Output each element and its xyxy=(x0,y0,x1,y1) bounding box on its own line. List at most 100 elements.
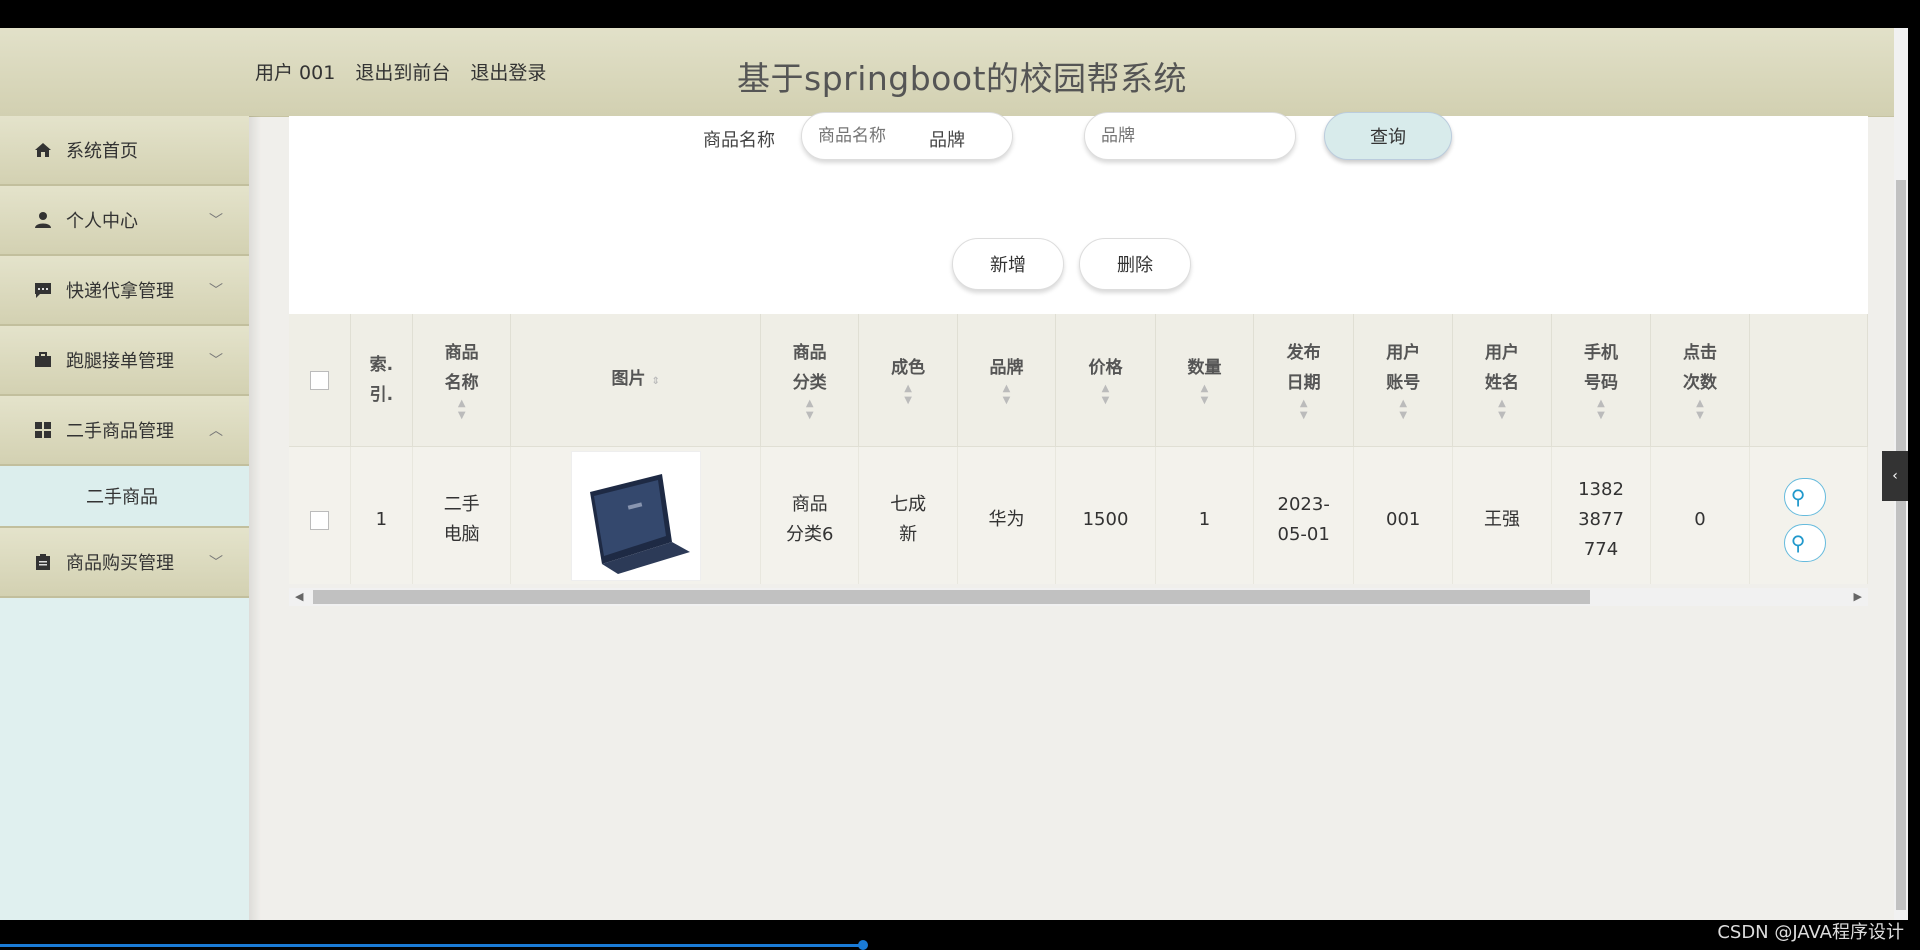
sort-icon: ▲ ▼ xyxy=(1498,398,1506,421)
playback-progress[interactable] xyxy=(0,944,866,947)
laptop-image xyxy=(571,451,700,580)
delete-button[interactable]: 删除 xyxy=(1079,238,1191,290)
sidebar-item-label: 二手商品管理 xyxy=(66,421,174,442)
current-user: 用户 001 xyxy=(255,62,336,84)
sort-icon: ▲ ▼ xyxy=(457,398,466,421)
col-index[interactable]: 索. 引. xyxy=(350,314,413,447)
sort-icon: ⇕ xyxy=(651,375,660,387)
chevron-up-icon: ︿ xyxy=(209,423,223,439)
sidebar-item-errand[interactable]: 跑腿接单管理 ﹀ xyxy=(0,326,249,396)
sort-icon: ▲ ▼ xyxy=(1597,398,1605,421)
cell-brand: 华为 xyxy=(957,446,1057,584)
query-button[interactable]: 查询 xyxy=(1324,112,1452,160)
scroll-right-icon[interactable]: ▶ xyxy=(1854,588,1862,606)
user-bar: 用户 001 退出到前台 退出登录 xyxy=(255,58,560,85)
cell-phone: 1382 3877 774 xyxy=(1551,446,1652,584)
chevron-down-icon: ﹀ xyxy=(209,353,223,369)
name-label: 商品名称 xyxy=(703,130,775,151)
col-condition[interactable]: 成色 ▲ ▼ xyxy=(858,314,958,447)
chevron-down-icon: ﹀ xyxy=(209,283,223,299)
brand-search-input[interactable] xyxy=(1084,112,1296,160)
grid-icon xyxy=(35,422,51,438)
cell-image xyxy=(510,446,761,584)
col-date[interactable]: 发布 日期 ▲ ▼ xyxy=(1253,314,1355,447)
playback-progress-handle[interactable] xyxy=(858,940,868,950)
table-header-row: 索. 引. 商品 名称 ▲ ▼ 图片 ⇕ 商品 分类 ▲ ▼ 成色 ▲ ▼ 品牌 ▲ ▼ 价格 ▲ ▼ 数… xyxy=(289,314,1868,447)
search-icon: ⚲ xyxy=(1790,485,1806,509)
col-clicks[interactable]: 点击 次数 ▲ ▼ xyxy=(1650,314,1750,447)
sidebar-item-profile[interactable]: 个人中心 ﹀ xyxy=(0,186,249,256)
horizontal-scrollbar[interactable]: ◀ ▶ xyxy=(289,588,1868,606)
cell-category: 商品 分类6 xyxy=(760,446,860,584)
sidebar-item-secondhand[interactable]: 二手商品管理 ︿ xyxy=(0,396,249,466)
col-account[interactable]: 用户 账号 ▲ ▼ xyxy=(1353,314,1454,447)
page-title: 基于springboot的校园帮系统 xyxy=(737,59,1188,98)
sidebar-item-label: 个人中心 xyxy=(66,211,138,232)
view-button[interactable]: ⚲ xyxy=(1783,524,1826,562)
top-header: 用户 001 退出到前台 退出登录 基于springboot的校园帮系统 xyxy=(0,28,1908,117)
horizontal-scroll-thumb[interactable] xyxy=(313,590,1590,604)
sort-icon: ▲ ▼ xyxy=(805,398,814,421)
cell-clicks: 0 xyxy=(1650,446,1750,584)
sort-icon: ▲ ▼ xyxy=(1002,383,1011,406)
sidebar-item-label: 跑腿接单管理 xyxy=(66,351,174,372)
collapse-panel-icon[interactable]: ‹ xyxy=(1882,451,1908,501)
select-all-checkbox[interactable] xyxy=(309,370,329,390)
sidebar-item-label: 快递代拿管理 xyxy=(66,281,174,302)
sidebar: 系统首页 个人中心 ﹀ 快递代拿管理 ﹀ 跑腿接单管理 ﹀ 二手商品管理 ︿ 二… xyxy=(0,116,249,920)
col-phone[interactable]: 手机 号码 ▲ ▼ xyxy=(1551,314,1652,447)
sort-icon: ▲ ▼ xyxy=(904,383,912,406)
sidebar-item-purchase[interactable]: 商品购买管理 ﹀ xyxy=(0,528,249,598)
sort-icon: ▲ ▼ xyxy=(1299,398,1308,421)
col-quantity[interactable]: 数量 ▲ ▼ xyxy=(1155,314,1255,447)
cell-actions: ⚲ ⚲ xyxy=(1749,446,1868,584)
name-search-input[interactable] xyxy=(801,112,1013,160)
col-category[interactable]: 商品 分类 ▲ ▼ xyxy=(760,314,860,447)
add-button[interactable]: 新增 xyxy=(952,238,1064,290)
cell-condition: 七成新 xyxy=(858,446,958,584)
search-bar: 商品名称 品牌 查询 xyxy=(289,112,1868,217)
main-content: 商品名称 品牌 查询 新增 删除 索.引. 商品名称▲▼ xyxy=(249,112,1908,920)
message-icon xyxy=(35,283,51,298)
col-username[interactable]: 用户 姓名 ▲ ▼ xyxy=(1452,314,1552,447)
detail-button[interactable]: ⚲ xyxy=(1783,478,1826,516)
chevron-down-icon: ﹀ xyxy=(209,213,223,229)
chevron-down-icon: ﹀ xyxy=(209,555,223,571)
exit-to-front-link[interactable]: 退出到前台 xyxy=(355,62,450,84)
data-table: 索. 引. 商品 名称 ▲ ▼ 图片 ⇕ 商品 分类 ▲ ▼ 成色 ▲ ▼ 品牌 ▲ ▼ 价格 ▲ ▼ 数… xyxy=(289,314,1868,584)
sort-icon: ▲ ▼ xyxy=(1200,383,1209,406)
cell-name: 二手 电脑 xyxy=(412,446,512,584)
action-bar: 新增 删除 xyxy=(289,216,1868,314)
cell-quantity: 1 xyxy=(1155,446,1255,584)
clipboard-icon xyxy=(36,554,50,570)
user-icon xyxy=(35,212,51,228)
sort-icon: ▲ ▼ xyxy=(1696,398,1704,421)
cell-index: 1 xyxy=(350,446,413,584)
home-icon xyxy=(35,143,51,157)
cell-price: 1500 xyxy=(1055,446,1156,584)
table-row: 1 二手 电脑 商品 分类6 七成 新 华为 1500 1 2023- 05-0… xyxy=(289,446,1868,584)
col-image[interactable]: 图片 ⇕ xyxy=(510,314,761,447)
col-price[interactable]: 价格 ▲ ▼ xyxy=(1055,314,1156,447)
col-brand[interactable]: 品牌 ▲ ▼ xyxy=(957,314,1057,447)
submenu-item-secondhand-goods[interactable]: 二手商品 xyxy=(0,466,249,528)
sidebar-item-label: 系统首页 xyxy=(66,141,138,162)
cell-date: 2023- 05-01 xyxy=(1253,446,1355,584)
search-icon: ⚲ xyxy=(1790,531,1806,555)
sort-icon: ▲ ▼ xyxy=(1101,383,1110,406)
scroll-left-icon[interactable]: ◀ xyxy=(295,588,303,606)
row-checkbox[interactable] xyxy=(309,510,329,530)
sort-icon: ▲ ▼ xyxy=(1399,398,1408,421)
briefcase-icon xyxy=(35,352,51,367)
watermark: CSDN @JAVA程序设计 xyxy=(1717,922,1904,943)
cell-account: 001 xyxy=(1353,446,1454,584)
cell-username: 王强 xyxy=(1452,446,1552,584)
logout-link[interactable]: 退出登录 xyxy=(470,62,546,84)
vertical-scroll-thumb[interactable] xyxy=(1896,180,1906,910)
app-screen: 用户 001 退出到前台 退出登录 基于springboot的校园帮系统 系统首… xyxy=(0,28,1908,920)
sidebar-item-express[interactable]: 快递代拿管理 ﹀ xyxy=(0,256,249,326)
product-thumbnail[interactable] xyxy=(570,450,701,581)
col-name[interactable]: 商品 名称 ▲ ▼ xyxy=(412,314,512,447)
sidebar-item-home[interactable]: 系统首页 xyxy=(0,116,249,186)
col-actions xyxy=(1749,314,1868,447)
